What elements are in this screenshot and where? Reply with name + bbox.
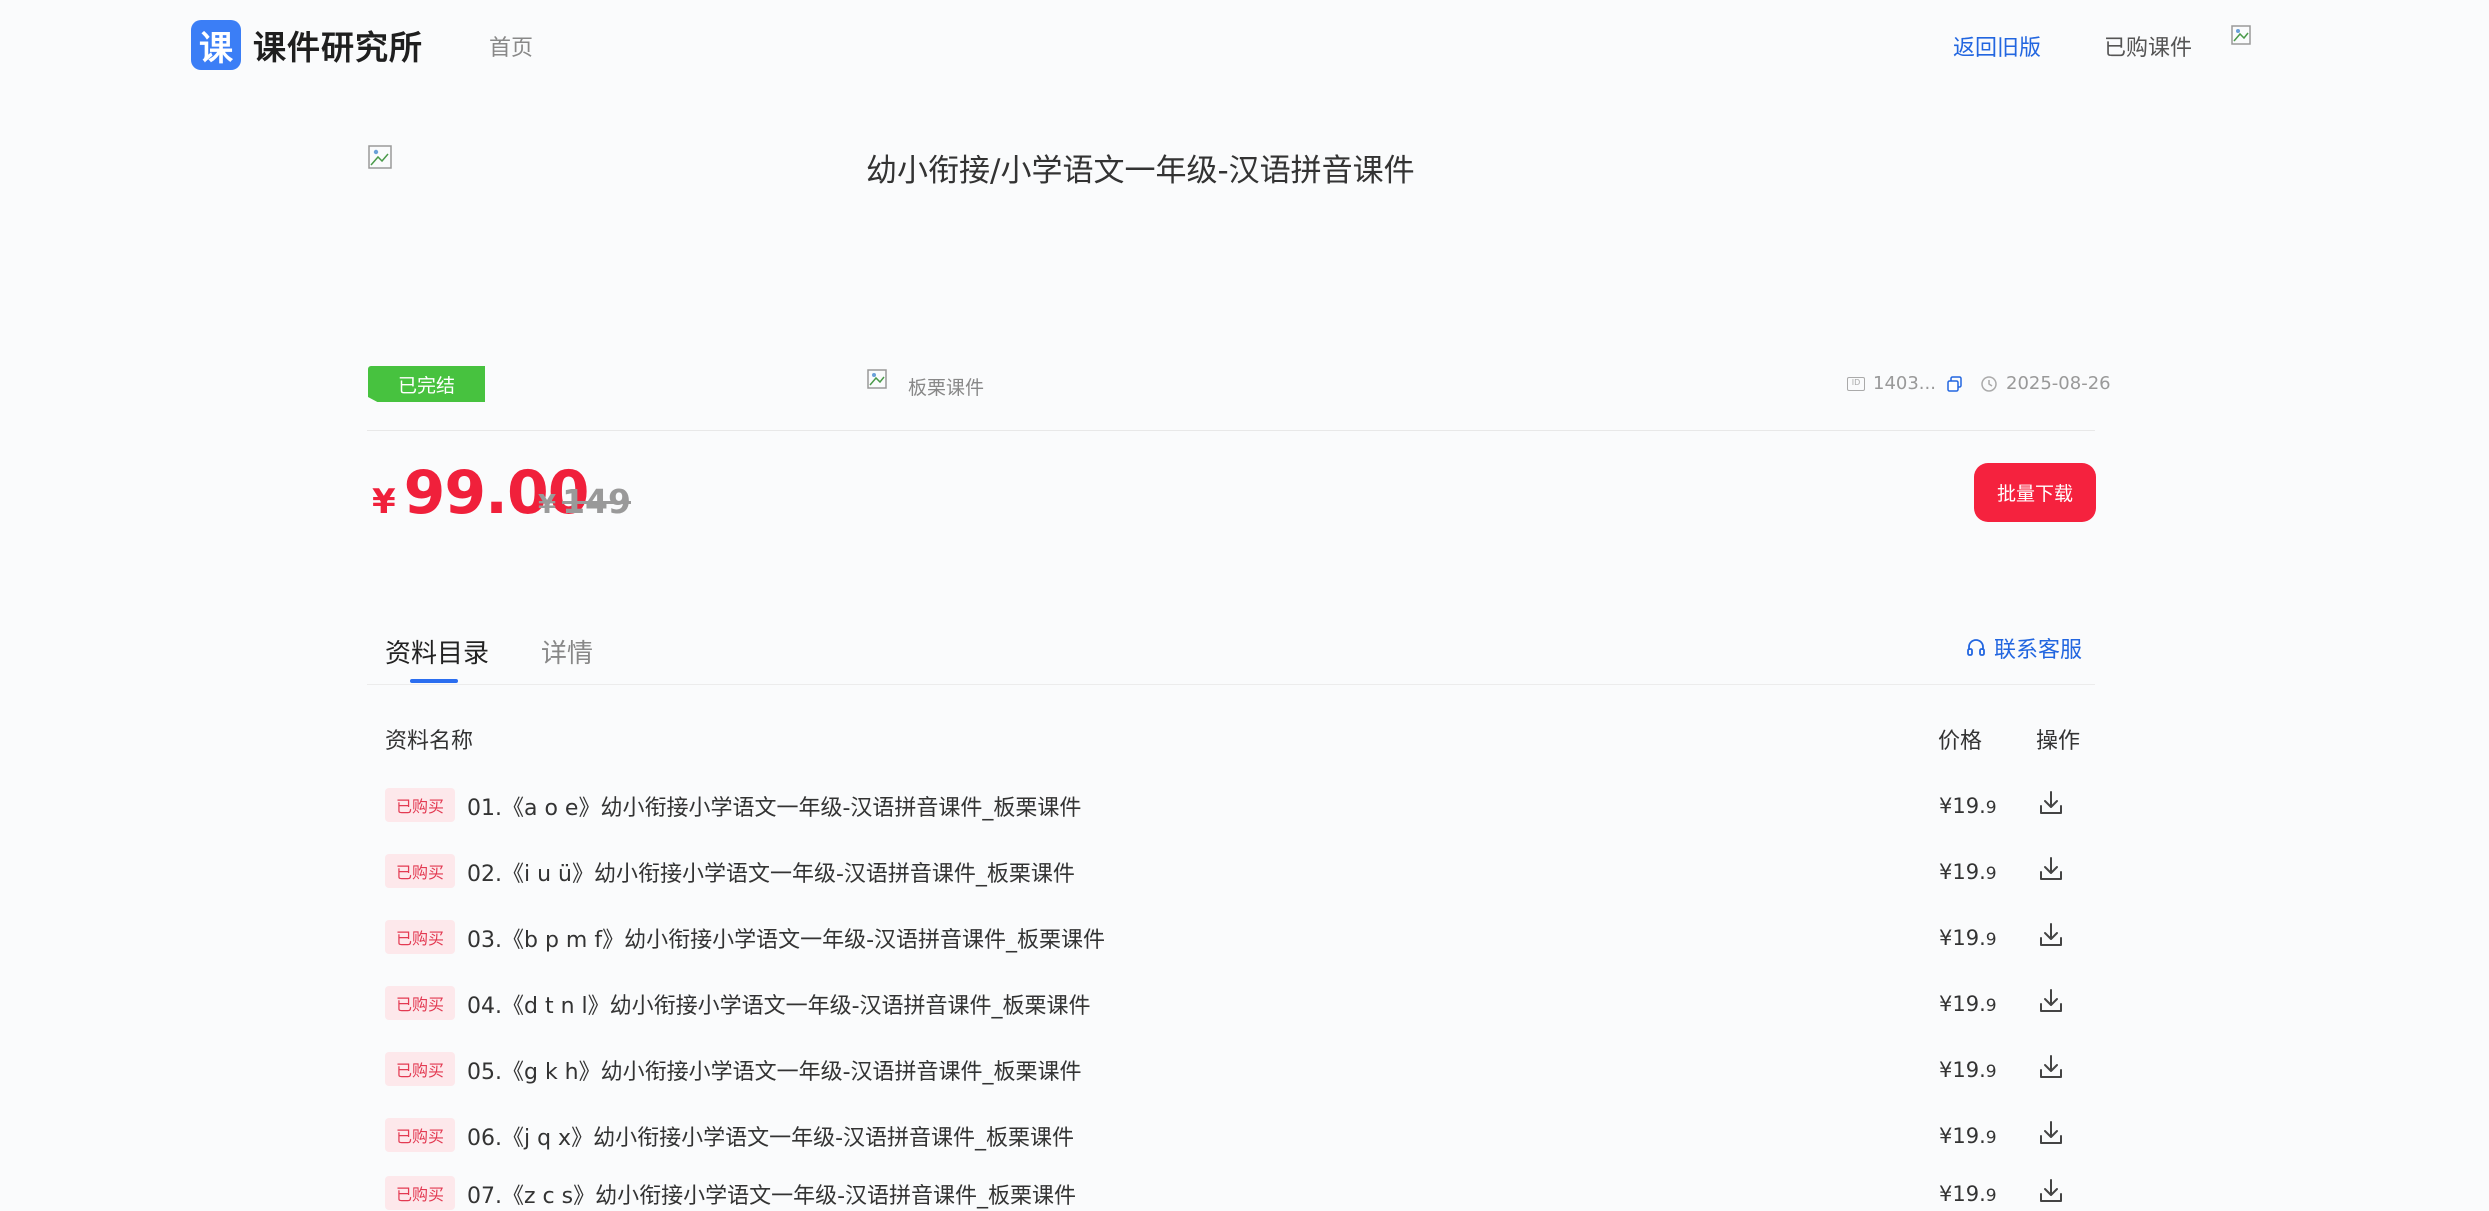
price-currency: ¥: [372, 482, 396, 522]
file-price: ¥19.9: [1939, 1124, 1997, 1148]
tabs-divider: [367, 684, 2095, 685]
course-id: ID 1403...: [1847, 373, 1964, 394]
table-row: 已购买 04.《d t n l》幼小衔接小学语文一年级-汉语拼音课件_板栗课件 …: [367, 976, 2095, 1042]
table-row: 已购买 01.《a o e》幼小衔接小学语文一年级-汉语拼音课件_板栗课件 ¥1…: [367, 778, 2095, 844]
file-title[interactable]: 05.《g k h》幼小衔接小学语文一年级-汉语拼音课件_板栗课件: [467, 1054, 1082, 1086]
course-title: 幼小衔接/小学语文一年级-汉语拼音课件: [866, 153, 1415, 189]
purchased-tag: 已购买: [385, 920, 455, 954]
file-title[interactable]: 03.《b p m f》幼小衔接小学语文一年级-汉语拼音课件_板栗课件: [467, 922, 1105, 954]
file-price: ¥19.9: [1939, 860, 1997, 884]
download-icon[interactable]: [2034, 984, 2068, 1018]
table-row: 已购买 03.《b p m f》幼小衔接小学语文一年级-汉语拼音课件_板栗课件 …: [367, 910, 2095, 976]
seller-name[interactable]: 板栗课件: [908, 373, 984, 400]
purchased-tag: 已购买: [385, 1052, 455, 1086]
file-price: ¥19.9: [1939, 1058, 1997, 1082]
broken-image-icon: [368, 145, 392, 169]
file-price: ¥19.9: [1939, 1182, 1997, 1206]
table-row: 已购买 07.《z c s》幼小衔接小学语文一年级-汉语拼音课件_板栗课件 ¥1…: [367, 1166, 2095, 1211]
logo-text: 课件研究所: [253, 28, 423, 67]
file-title[interactable]: 07.《z c s》幼小衔接小学语文一年级-汉语拼音课件_板栗课件: [467, 1178, 1076, 1210]
file-price: ¥19.9: [1939, 926, 1997, 950]
id-icon: ID: [1847, 376, 1865, 391]
copy-icon[interactable]: [1946, 375, 1964, 393]
column-header-price: 价格: [1938, 729, 1983, 754]
course-cover-image: [367, 144, 397, 174]
purchased-tag: 已购买: [385, 986, 455, 1020]
broken-image-icon: [2231, 25, 2251, 45]
headset-icon: [1967, 639, 1985, 656]
purchased-tag: 已购买: [385, 854, 455, 888]
logo-icon: 课: [191, 20, 241, 70]
active-tab-indicator: [410, 679, 458, 683]
original-price-currency: ¥: [538, 490, 557, 520]
purchased-courses-link[interactable]: 已购课件: [2104, 30, 2192, 62]
seller-avatar[interactable]: [866, 366, 892, 402]
course-date-value: 2025-08-26: [2006, 373, 2111, 394]
original-price: ¥ 149: [538, 482, 631, 521]
table-row: 已购买 05.《g k h》幼小衔接小学语文一年级-汉语拼音课件_板栗课件 ¥1…: [367, 1042, 2095, 1108]
download-icon[interactable]: [2034, 786, 2068, 820]
purchased-tag: 已购买: [385, 1118, 455, 1152]
download-icon[interactable]: [2034, 1050, 2068, 1084]
status-badge: 已完结: [368, 366, 485, 402]
top-navigation: 课 课件研究所 首页 返回旧版 已购课件: [0, 0, 2489, 90]
file-price: ¥19.9: [1939, 794, 1997, 818]
clock-icon: [1981, 375, 1997, 392]
site-logo[interactable]: 课 课件研究所: [191, 20, 423, 70]
table-row: 已购买 06.《j q x》幼小衔接小学语文一年级-汉语拼音课件_板栗课件 ¥1…: [367, 1108, 2095, 1174]
purchased-tag: 已购买: [385, 788, 455, 822]
file-title[interactable]: 01.《a o e》幼小衔接小学语文一年级-汉语拼音课件_板栗课件: [467, 790, 1081, 822]
purchased-tag: 已购买: [385, 1176, 455, 1210]
course-id-value: 1403...: [1873, 373, 1936, 394]
divider: [367, 430, 2095, 431]
column-header-name: 资料名称: [385, 729, 474, 754]
file-title[interactable]: 06.《j q x》幼小衔接小学语文一年级-汉语拼音课件_板栗课件: [467, 1120, 1074, 1152]
contact-service-link[interactable]: 联系客服: [1966, 632, 2082, 664]
download-icon[interactable]: [2034, 918, 2068, 952]
batch-download-button[interactable]: 批量下载: [1974, 463, 2096, 522]
download-icon[interactable]: [2034, 1116, 2068, 1150]
user-avatar[interactable]: [2230, 24, 2258, 62]
tab-detail[interactable]: 详情: [541, 633, 593, 670]
back-to-old-version-link[interactable]: 返回旧版: [1953, 30, 2041, 62]
file-title[interactable]: 02.《i u ü》幼小衔接小学语文一年级-汉语拼音课件_板栗课件: [467, 856, 1075, 888]
table-row: 已购买 02.《i u ü》幼小衔接小学语文一年级-汉语拼音课件_板栗课件 ¥1…: [367, 844, 2095, 910]
file-price: ¥19.9: [1939, 992, 1997, 1016]
download-icon[interactable]: [2034, 852, 2068, 886]
column-header-operation: 操作: [2036, 729, 2081, 754]
original-price-value: 149: [562, 482, 631, 521]
course-date: 2025-08-26: [1980, 373, 2111, 394]
file-title[interactable]: 04.《d t n l》幼小衔接小学语文一年级-汉语拼音课件_板栗课件: [467, 988, 1091, 1020]
contact-service-label: 联系客服: [1994, 638, 2083, 663]
tab-catalog[interactable]: 资料目录: [385, 633, 489, 670]
download-icon[interactable]: [2034, 1174, 2068, 1208]
nav-home-link[interactable]: 首页: [489, 30, 533, 62]
broken-image-icon: [867, 369, 887, 389]
